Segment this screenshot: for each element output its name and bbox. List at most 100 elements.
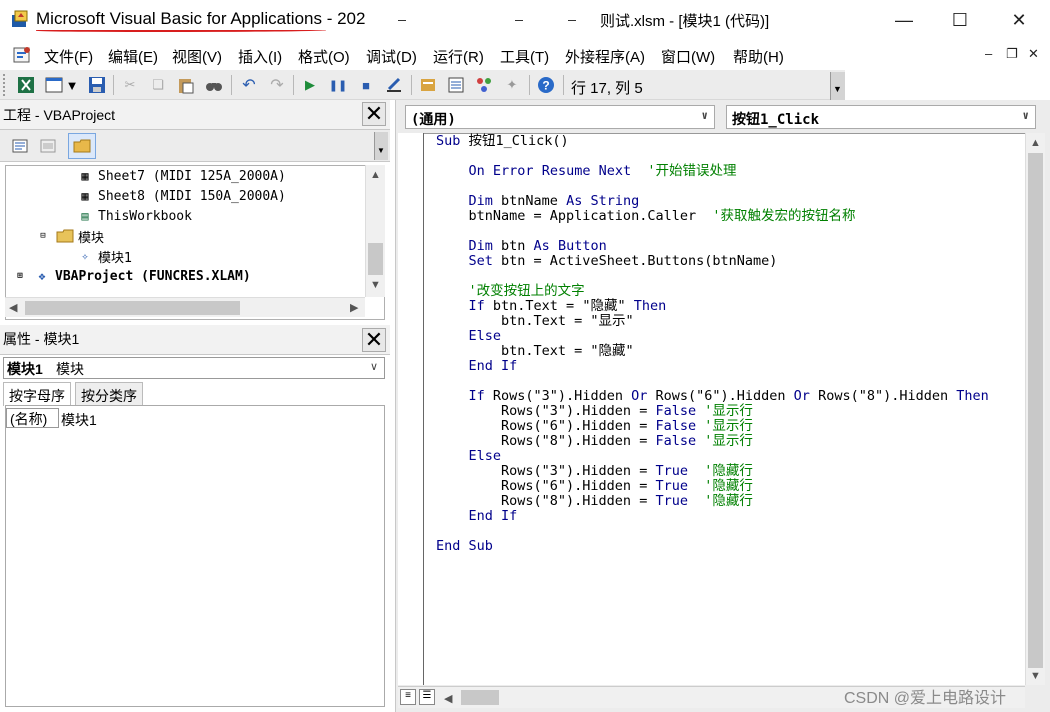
toolbar-grip[interactable] xyxy=(3,74,7,96)
design-mode-icon[interactable] xyxy=(385,76,403,94)
project-explorer-icon[interactable] xyxy=(419,76,437,94)
toolbox-icon[interactable]: ✦ xyxy=(503,76,521,94)
procedure-view-icon[interactable]: ≡ xyxy=(400,689,416,705)
code-line[interactable]: End If xyxy=(436,509,518,524)
excel-view-icon[interactable] xyxy=(17,76,35,94)
toolbar-options-icon[interactable]: ▼ xyxy=(830,72,845,100)
full-module-view-icon[interactable]: ☰ xyxy=(419,689,435,705)
reset-icon[interactable]: ■ xyxy=(357,76,375,94)
code-line[interactable]: On Error Resume Next '开始错误处理 xyxy=(436,164,737,179)
menu-file[interactable]: 文件(F) xyxy=(44,46,93,67)
run-icon[interactable]: ▶ xyxy=(301,76,319,94)
code-line[interactable]: Rows("6").Hidden = False '显示行 xyxy=(436,419,753,434)
scroll-left-icon[interactable]: ◀ xyxy=(444,692,452,705)
cut-icon[interactable]: ✂ xyxy=(121,76,139,94)
properties-window-icon[interactable] xyxy=(447,76,465,94)
code-line[interactable]: Dim btnName As String xyxy=(436,194,640,209)
menu-help[interactable]: 帮助(H) xyxy=(733,46,784,67)
menu-debug[interactable]: 调试(D) xyxy=(366,46,417,67)
code-line[interactable]: Rows("3").Hidden = True '隐藏行 xyxy=(436,464,753,479)
vba-module-icon[interactable] xyxy=(11,45,33,65)
scroll-thumb[interactable] xyxy=(368,243,383,275)
code-line[interactable]: Rows("8").Hidden = True '隐藏行 xyxy=(436,494,753,509)
menu-run[interactable]: 运行(R) xyxy=(433,46,484,67)
maximize-icon[interactable]: ☐ xyxy=(946,6,974,34)
menu-addins[interactable]: 外接程序(A) xyxy=(565,46,645,67)
chevron-down-icon[interactable]: ∨ xyxy=(370,360,378,373)
code-line[interactable]: If Rows("3").Hidden Or Rows("6").Hidden … xyxy=(436,389,989,404)
properties-close-icon[interactable]: ✕ xyxy=(362,327,386,352)
code-line[interactable]: Set btn = ActiveSheet.Buttons(btnName) xyxy=(436,254,778,269)
menu-view[interactable]: 视图(V) xyxy=(172,46,222,67)
view-code-icon[interactable] xyxy=(8,135,32,157)
property-value[interactable]: 模块1 xyxy=(61,410,97,430)
scroll-down-icon[interactable]: ▼ xyxy=(1030,670,1041,682)
undo-icon[interactable]: ↶ xyxy=(240,76,258,94)
chevron-down-icon[interactable]: ∨ xyxy=(1022,109,1029,122)
mdi-minimize-icon[interactable]: – xyxy=(985,46,992,61)
tree-folder-modules[interactable]: ⊟ 模块 xyxy=(34,226,104,246)
tree-item-module1[interactable]: ✧ 模块1 xyxy=(76,246,132,266)
scroll-thumb[interactable] xyxy=(1028,153,1043,668)
mdi-close-icon[interactable]: ✕ xyxy=(1028,46,1039,62)
paste-icon[interactable] xyxy=(177,76,195,94)
menu-insert[interactable]: 插入(I) xyxy=(238,46,282,67)
procedure-select[interactable]: 按钮1_Click ∨ xyxy=(726,105,1036,129)
property-row-name[interactable]: (名称) 模块1 xyxy=(6,408,382,428)
project-close-icon[interactable]: ✕ xyxy=(362,101,386,126)
code-line[interactable]: End If xyxy=(436,359,518,374)
code-line[interactable]: Rows("8").Hidden = False '显示行 xyxy=(436,434,753,449)
scroll-thumb[interactable] xyxy=(25,301,240,315)
tree-vertical-scrollbar[interactable]: ▲ ▼ xyxy=(365,165,385,297)
object-select[interactable]: (通用) ∨ xyxy=(405,105,715,129)
expand-icon[interactable]: ⊞ xyxy=(11,268,29,284)
menu-edit[interactable]: 编辑(E) xyxy=(108,46,158,67)
code-line[interactable]: btnName = Application.Caller '获取触发宏的按钮名称 xyxy=(436,209,856,224)
tree-item-sheet8[interactable]: ▦ Sheet8 (MIDI 150A_2000A) xyxy=(76,186,285,206)
tab-alphabetic[interactable]: 按字母序 xyxy=(3,382,71,406)
code-line[interactable]: Rows("3").Hidden = False '显示行 xyxy=(436,404,753,419)
properties-object-select[interactable]: 模块1 模块 ∨ xyxy=(3,357,385,379)
scroll-up-icon[interactable]: ▲ xyxy=(370,169,381,181)
dropdown-arrow-icon[interactable]: ▼ xyxy=(66,76,79,94)
code-line[interactable]: If btn.Text = "隐藏" Then xyxy=(436,299,667,314)
code-line[interactable]: Else xyxy=(436,329,502,344)
code-margin-indicator-bar[interactable] xyxy=(398,133,424,685)
code-line[interactable]: Rows("6").Hidden = True '隐藏行 xyxy=(436,479,753,494)
tree-item-thisworkbook[interactable]: ▤ ThisWorkbook xyxy=(76,206,192,226)
scroll-thumb[interactable] xyxy=(461,690,499,705)
code-line[interactable]: Else xyxy=(436,449,502,464)
tree-project-funcres[interactable]: ⊞ ❖ VBAProject (FUNCRES.XLAM) xyxy=(11,266,250,286)
scroll-up-icon[interactable]: ▲ xyxy=(1030,137,1041,149)
scroll-left-icon[interactable]: ◀ xyxy=(9,301,17,314)
menu-tools[interactable]: 工具(T) xyxy=(500,46,549,67)
tab-categorized[interactable]: 按分类序 xyxy=(75,382,143,406)
toggle-folders-icon[interactable] xyxy=(68,133,96,159)
project-toolbar-options-icon[interactable]: ▼ xyxy=(374,132,388,160)
insert-userform-icon[interactable] xyxy=(45,76,63,94)
tree-item-sheet7[interactable]: ▦ Sheet7 (MIDI 125A_2000A) xyxy=(76,166,285,186)
code-line[interactable]: End Sub xyxy=(436,539,493,554)
copy-icon[interactable]: ❏ xyxy=(149,76,167,94)
break-icon[interactable]: ❚❚ xyxy=(329,76,347,94)
help-icon[interactable]: ? xyxy=(537,76,555,94)
redo-icon[interactable]: ↷ xyxy=(268,76,286,94)
menu-window[interactable]: 窗口(W) xyxy=(661,46,715,67)
code-line[interactable]: '改变按钮上的文字 xyxy=(436,284,585,299)
scroll-right-icon[interactable]: ▶ xyxy=(350,301,358,314)
find-icon[interactable] xyxy=(205,76,223,94)
object-browser-icon[interactable] xyxy=(475,76,493,94)
collapse-icon[interactable]: ⊟ xyxy=(34,228,52,244)
code-vertical-scrollbar[interactable]: ▲ ▼ xyxy=(1025,133,1045,685)
minimize-icon[interactable]: — xyxy=(890,6,918,34)
close-icon[interactable]: ✕ xyxy=(1005,6,1033,34)
tree-horizontal-scrollbar[interactable]: ◀ ▶ xyxy=(5,297,365,317)
code-line[interactable]: Sub 按钮1_Click() xyxy=(436,134,569,149)
code-line[interactable]: Dim btn As Button xyxy=(436,239,607,254)
menu-format[interactable]: 格式(O) xyxy=(298,46,350,67)
save-icon[interactable] xyxy=(88,76,106,94)
code-line[interactable]: btn.Text = "隐藏" xyxy=(436,344,634,359)
code-line[interactable]: btn.Text = "显示" xyxy=(436,314,634,329)
scroll-down-icon[interactable]: ▼ xyxy=(370,279,381,291)
view-object-icon[interactable] xyxy=(36,135,60,157)
